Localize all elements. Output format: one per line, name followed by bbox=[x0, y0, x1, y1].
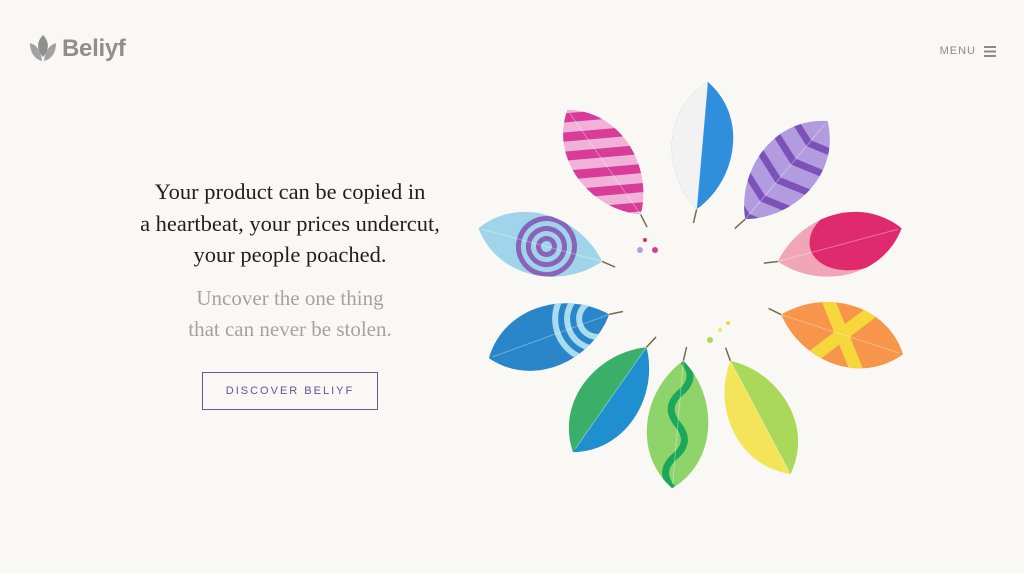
green-wave-leaf bbox=[646, 346, 709, 491]
subhead-line: Uncover the one thing bbox=[196, 285, 384, 310]
brand-name: Beliyf bbox=[62, 35, 126, 62]
hamburger-menu-icon bbox=[984, 45, 996, 57]
paint-speckle bbox=[726, 321, 730, 325]
paint-speckle bbox=[652, 247, 658, 253]
menu-button[interactable]: MENU bbox=[940, 45, 996, 57]
paint-speckle bbox=[643, 238, 647, 242]
headline-line: your people poached. bbox=[193, 242, 387, 267]
blue-white-leaf bbox=[666, 79, 734, 224]
subhead-line: that can never be stolen. bbox=[188, 317, 392, 341]
hero-section: Your product can be copied in a heartbea… bbox=[110, 176, 470, 410]
discover-beliyf-button[interactable]: DISCOVER BELIYF bbox=[202, 371, 378, 410]
paint-speckle bbox=[707, 337, 713, 343]
light-blue-spiral-leaf bbox=[478, 211, 616, 278]
logo-leaf-icon bbox=[30, 35, 56, 61]
menu-label: MENU bbox=[939, 45, 976, 57]
brand-logo[interactable]: Beliyf bbox=[28, 33, 126, 65]
paint-speckle bbox=[637, 247, 643, 253]
paint-speckle bbox=[718, 328, 722, 332]
hero-subhead: Uncover the one thing that can never be … bbox=[110, 283, 470, 346]
leaf-wheel-illustration bbox=[478, 79, 905, 491]
orange-cross-leaf bbox=[768, 291, 904, 378]
headline-line: Your product can be copied in bbox=[154, 179, 426, 204]
hero-headline: Your product can be copied in a heartbea… bbox=[110, 176, 470, 271]
headline-line: a heartbeat, your prices undercut, bbox=[140, 210, 440, 236]
yellow-green-leaf bbox=[724, 346, 818, 474]
